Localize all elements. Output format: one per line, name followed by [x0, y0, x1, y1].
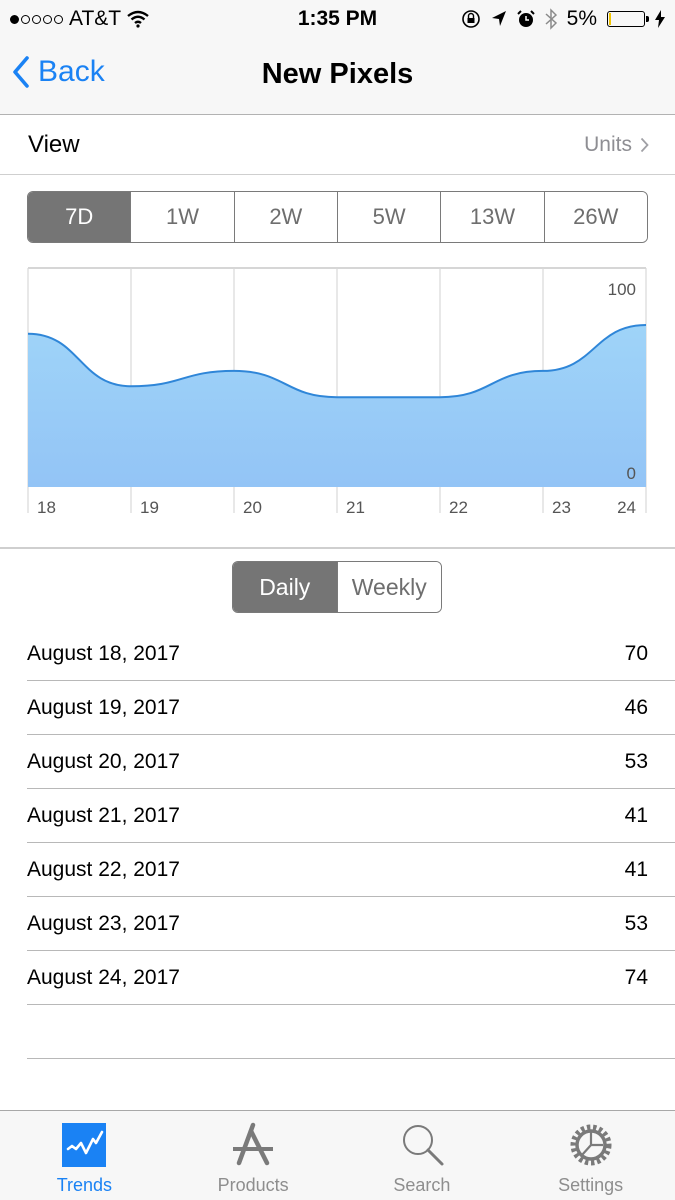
divider	[0, 547, 675, 549]
tab-bar: Trends Products Search Settings	[0, 1110, 675, 1200]
range-tab-13w[interactable]: 13W	[440, 192, 544, 242]
daily-values-table: August 18, 2017 70 August 19, 2017 46 Augu…	[27, 627, 675, 1059]
view-label: View	[28, 131, 80, 158]
row-value: 41	[624, 857, 648, 881]
page-title: New Pixels	[261, 58, 414, 90]
search-icon	[402, 1125, 444, 1166]
row-value: 41	[624, 803, 648, 827]
battery-icon	[607, 11, 649, 27]
row-date: August 22, 2017	[27, 857, 180, 881]
tab-settings[interactable]: Settings	[506, 1111, 675, 1200]
charging-icon	[655, 10, 665, 28]
tab-search[interactable]: Search	[338, 1111, 507, 1200]
x-tick-label: 21	[346, 498, 365, 517]
chart-svg: 18 19 20 21 22 23 24 100 0	[27, 267, 647, 517]
x-tick-label: 19	[140, 498, 159, 517]
empty-row	[27, 1005, 675, 1059]
x-tick-label: 24	[617, 498, 636, 517]
y-tick-max: 100	[608, 280, 636, 299]
table-row[interactable]: August 19, 2017 46	[27, 681, 675, 735]
table-row[interactable]: August 21, 2017 41	[27, 789, 675, 843]
row-date: August 21, 2017	[27, 803, 180, 827]
row-value: 46	[624, 695, 648, 719]
table-row[interactable]: August 22, 2017 41	[27, 843, 675, 897]
location-icon	[491, 11, 506, 26]
tab-trends[interactable]: Trends	[0, 1111, 169, 1200]
row-value: 74	[624, 965, 648, 989]
bluetooth-icon	[545, 8, 557, 30]
chevron-right-icon	[640, 137, 649, 153]
tab-label: Trends	[56, 1175, 113, 1195]
range-tab-5w[interactable]: 5W	[336, 192, 441, 242]
x-tick-label: 23	[552, 498, 571, 517]
x-tick-label: 18	[37, 498, 56, 517]
row-value: 53	[624, 749, 648, 773]
trends-icon	[62, 1123, 107, 1167]
alarm-icon	[516, 10, 535, 27]
x-tick-label: 22	[449, 498, 468, 517]
trend-chart: 18 19 20 21 22 23 24 100 0	[0, 260, 675, 520]
table-row[interactable]: August 20, 2017 53	[27, 735, 675, 789]
products-icon	[233, 1122, 274, 1166]
range-segmented-control: 7D 1W 2W 5W 13W 26W	[27, 191, 648, 243]
status-right: 5%	[461, 7, 665, 31]
range-tab-1w[interactable]: 1W	[130, 192, 234, 242]
status-bar: AT&T 1:35 PM 5%	[0, 0, 675, 38]
row-value: 53	[624, 911, 648, 935]
units-value: Units	[584, 133, 632, 156]
navigation-bar: Back New Pixels	[0, 38, 675, 115]
units-selector[interactable]: Units	[584, 133, 649, 157]
tab-products[interactable]: Products	[169, 1111, 338, 1200]
range-tab-26w[interactable]: 26W	[543, 192, 647, 242]
range-tab-7d[interactable]: 7D	[28, 192, 131, 242]
y-tick-min: 0	[627, 464, 636, 483]
period-tab-daily[interactable]: Daily	[233, 562, 337, 612]
table-row[interactable]: August 23, 2017 53	[27, 897, 675, 951]
table-row[interactable]: August 18, 2017 70	[27, 627, 675, 681]
rotation-lock-icon	[461, 10, 480, 28]
row-value: 70	[624, 641, 648, 665]
settings-icon	[570, 1124, 612, 1166]
x-tick-label: 20	[243, 498, 262, 517]
view-row[interactable]: View Units	[0, 115, 675, 175]
battery-percent: 5%	[566, 7, 597, 30]
row-date: August 19, 2017	[27, 695, 180, 719]
row-date: August 23, 2017	[27, 911, 180, 935]
tab-label: Settings	[558, 1175, 624, 1195]
period-segmented-control: Daily Weekly	[232, 561, 442, 613]
row-date: August 20, 2017	[27, 749, 180, 773]
table-row[interactable]: August 24, 2017 74	[27, 951, 675, 1005]
row-date: August 24, 2017	[27, 965, 180, 989]
period-tab-weekly[interactable]: Weekly	[336, 562, 441, 612]
range-tab-2w[interactable]: 2W	[233, 192, 337, 242]
tab-label: Search	[393, 1175, 451, 1195]
tab-label: Products	[217, 1175, 289, 1195]
row-date: August 18, 2017	[27, 641, 180, 665]
